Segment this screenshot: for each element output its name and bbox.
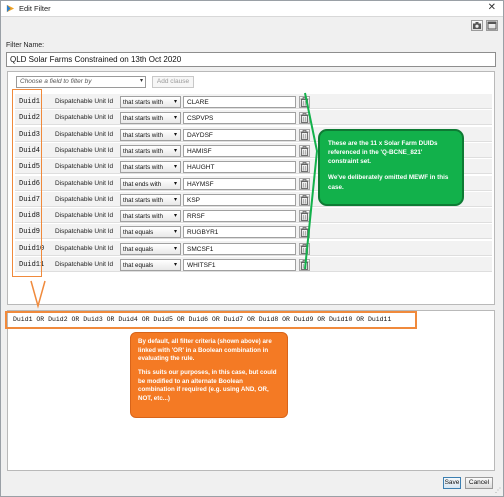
title-bar: Edit Filter ✕ <box>1 1 503 17</box>
camera-icon[interactable] <box>471 20 483 31</box>
clause-value-input[interactable]: HAUGHT <box>183 161 296 174</box>
clause-operator-label: that ends with <box>123 180 162 188</box>
add-clause-button[interactable]: Add clause <box>152 76 194 88</box>
clause-row: Duid1 Dispatchable Unit Id that starts wit… <box>15 93 492 109</box>
chevron-down-icon: ▾ <box>173 131 177 138</box>
filter-name-input[interactable] <box>6 52 496 67</box>
chevron-down-icon: ▾ <box>139 78 143 84</box>
clause-operator-select[interactable]: that equals ▾ <box>120 226 181 239</box>
clause-field: Dispatchable Unit Id <box>55 98 114 105</box>
filter-name-label: Filter Name: <box>6 42 45 49</box>
clause-operator-select[interactable]: that starts with ▾ <box>120 128 181 141</box>
clause-value-input[interactable]: RUGBYR1 <box>183 226 296 239</box>
clause-field: Dispatchable Unit Id <box>55 130 114 138</box>
chevron-down-icon: ▾ <box>173 213 177 220</box>
clause-value-input[interactable]: KSP <box>183 193 296 206</box>
duid-column-highlight <box>12 89 42 277</box>
trash-icon[interactable] <box>299 226 310 239</box>
clause-operator-label: that starts with <box>123 196 163 204</box>
clause-operator-label: that starts with <box>123 147 163 155</box>
clause-operator-label: that starts with <box>123 131 163 139</box>
trash-icon[interactable] <box>299 242 310 255</box>
clause-field: Dispatchable Unit Id <box>55 195 114 203</box>
window-icon[interactable] <box>486 20 498 31</box>
clause-operator-label: that equals <box>123 229 154 237</box>
clause-row: Duid10 Dispatchable Unit Id that equals ▾ SM… <box>15 239 492 256</box>
trash-icon[interactable] <box>299 112 310 125</box>
clause-field: Dispatchable Unit Id <box>55 179 114 187</box>
clause-operator-label: that starts with <box>123 115 163 123</box>
window-title: Edit Filter <box>19 4 51 13</box>
clause-operator-label: that starts with <box>123 99 163 106</box>
clause-field: Dispatchable Unit Id <box>55 244 114 252</box>
clause-operator-select[interactable]: that ends with ▾ <box>120 177 181 190</box>
clause-field: Dispatchable Unit Id <box>55 212 114 220</box>
chevron-down-icon: ▾ <box>173 147 177 154</box>
field-selector-placeholder: Choose a field to filter by <box>20 78 92 85</box>
trash-icon[interactable] <box>299 128 310 141</box>
clause-row: Duid8 Dispatchable Unit Id that starts wit… <box>15 207 492 224</box>
clause-operator-select[interactable]: that starts with ▾ <box>120 161 181 174</box>
clause-operator-label: that equals <box>123 245 154 253</box>
clause-operator-select[interactable]: that starts with ▾ <box>120 210 181 223</box>
field-selector[interactable]: Choose a field to filter by ▾ <box>16 76 146 88</box>
chevron-down-icon: ▾ <box>173 196 177 203</box>
clause-field: Dispatchable Unit Id <box>55 163 114 171</box>
clause-value-input[interactable]: WHITSF1 <box>183 259 296 271</box>
edit-filter-window: Edit Filter ✕ Filter Name: Choose a fiel… <box>0 0 504 497</box>
orange-annotation-callout: By default, all filter criteria (shown a… <box>130 332 288 418</box>
app-logo-icon <box>6 4 15 13</box>
clause-value-input[interactable]: CSPVPS <box>183 112 296 125</box>
clause-operator-label: that starts with <box>123 164 163 172</box>
chevron-down-icon: ▾ <box>173 229 177 236</box>
clause-operator-select[interactable]: that starts with ▾ <box>120 112 181 125</box>
trash-icon[interactable] <box>299 177 310 190</box>
trash-icon[interactable] <box>299 96 310 108</box>
clause-value-input[interactable]: HAYMSF <box>183 177 296 190</box>
chevron-down-icon: ▾ <box>173 180 177 187</box>
green-annotation-callout: These are the 11 x Solar Farm DUIDs refe… <box>318 129 464 206</box>
clause-value-input[interactable]: HAMISF <box>183 144 296 157</box>
trash-icon[interactable] <box>299 144 310 157</box>
chevron-down-icon: ▾ <box>173 164 177 171</box>
clause-field: Dispatchable Unit Id <box>55 114 114 122</box>
clause-value-input[interactable]: DAYDSF <box>183 128 296 141</box>
clause-field: Dispatchable Unit Id <box>55 228 114 236</box>
green-annotation-text-2: We've deliberately omitted MEWF in this … <box>328 174 449 191</box>
clause-operator-select[interactable]: that equals ▾ <box>120 259 181 271</box>
chevron-down-icon: ▾ <box>173 99 177 105</box>
trash-icon[interactable] <box>299 161 310 174</box>
trash-icon[interactable] <box>299 193 310 206</box>
chevron-down-icon: ▾ <box>173 262 177 268</box>
clause-row: Duid9 Dispatchable Unit Id that equals ▾ RUG… <box>15 223 492 240</box>
orange-annotation-text-2: This suits our purposes, in this case, b… <box>138 369 277 403</box>
resize-grip-icon[interactable]: ⋰ <box>495 487 501 494</box>
green-annotation-text-1: These are the 11 x Solar Farm DUIDs refe… <box>328 140 438 166</box>
clause-value-input[interactable]: CLARE <box>183 96 296 108</box>
clause-operator-select[interactable]: that equals ▾ <box>120 242 181 255</box>
clause-operator-select[interactable]: that starts with ▾ <box>120 96 181 108</box>
clause-operator-label: that equals <box>123 262 154 269</box>
clause-operator-select[interactable]: that starts with ▾ <box>120 193 181 206</box>
clause-row: Duid2 Dispatchable Unit Id that starts wit… <box>15 109 492 126</box>
clause-operator-select[interactable]: that starts with ▾ <box>120 144 181 157</box>
boolean-expression-text[interactable]: Duid1 OR Duid2 OR Duid3 OR Duid4 OR Duid… <box>13 316 391 323</box>
close-icon[interactable]: ✕ <box>488 2 496 13</box>
clause-field: Dispatchable Unit Id <box>55 146 114 154</box>
orange-annotation-text-1: By default, all filter criteria (shown a… <box>138 338 272 363</box>
trash-icon[interactable] <box>299 210 310 223</box>
clause-field: Dispatchable Unit Id <box>55 261 114 268</box>
top-toolbar <box>471 20 498 31</box>
clause-row: Duid11 Dispatchable Unit Id that equals ▾ WH… <box>15 256 492 272</box>
chevron-down-icon: ▾ <box>173 115 177 122</box>
chevron-down-icon: ▾ <box>173 245 177 252</box>
clause-value-input[interactable]: RRSF <box>183 210 296 223</box>
save-button[interactable]: Save <box>443 477 461 489</box>
clause-value-input[interactable]: SMCSF1 <box>183 242 296 255</box>
trash-icon[interactable] <box>299 259 310 271</box>
clause-operator-label: that starts with <box>123 213 163 221</box>
cancel-button[interactable]: Cancel <box>465 477 493 489</box>
